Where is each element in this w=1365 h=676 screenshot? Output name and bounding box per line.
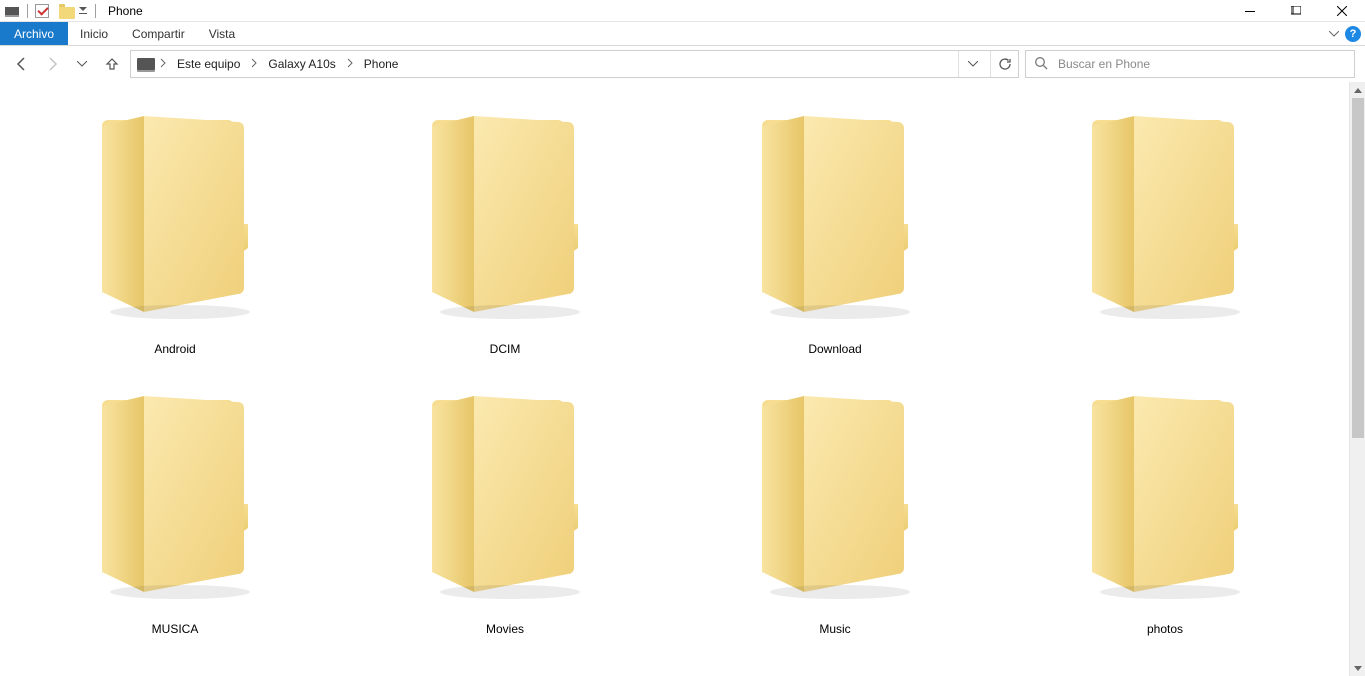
tab-vista[interactable]: Vista: [197, 22, 247, 45]
folder-item[interactable]: MUSICA: [10, 392, 340, 672]
folder-item[interactable]: Download: [670, 112, 1000, 392]
folder-item[interactable]: Android: [10, 112, 340, 392]
forward-button[interactable]: [40, 50, 64, 78]
folder-icon: [750, 112, 920, 322]
up-button[interactable]: [100, 50, 124, 78]
tab-file[interactable]: Archivo: [0, 22, 68, 45]
folder-icon: [90, 392, 260, 602]
scroll-track[interactable]: [1350, 98, 1365, 660]
properties-icon[interactable]: [35, 4, 49, 18]
recent-locations-dropdown[interactable]: [70, 50, 94, 78]
tab-inicio[interactable]: Inicio: [68, 22, 120, 45]
scroll-down-icon[interactable]: [1350, 660, 1365, 676]
qat-separator: [27, 4, 28, 18]
vertical-scrollbar[interactable]: [1349, 82, 1365, 676]
tab-compartir[interactable]: Compartir: [120, 22, 197, 45]
folder-icon: [750, 392, 920, 602]
address-dropdown-button[interactable]: [958, 51, 986, 77]
chevron-right-icon[interactable]: [250, 58, 258, 71]
help-button[interactable]: ?: [1345, 26, 1361, 42]
folder-item[interactable]: Movies: [340, 392, 670, 672]
ribbon-collapse-icon[interactable]: [1329, 29, 1339, 40]
chevron-right-icon[interactable]: [159, 58, 167, 71]
folder-label: MUSICA: [152, 622, 199, 636]
folder-icon: [1080, 112, 1250, 322]
device-icon: [137, 58, 155, 70]
folder-grid[interactable]: Android DCIM Download MUSICA Movies Musi…: [0, 82, 1349, 676]
window-controls: [1227, 0, 1365, 22]
device-icon[interactable]: [4, 3, 20, 19]
chevron-right-icon[interactable]: [346, 58, 354, 71]
qat-dropdown-icon[interactable]: [78, 3, 88, 19]
folder-label: DCIM: [490, 342, 521, 356]
back-button[interactable]: [10, 50, 34, 78]
folder-item[interactable]: [1000, 112, 1330, 392]
maximize-button[interactable]: [1273, 0, 1319, 22]
folder-icon: [420, 392, 590, 602]
breadcrumb[interactable]: Galaxy A10s: [262, 57, 341, 71]
folder-icon[interactable]: [59, 7, 75, 19]
folder-label: Music: [819, 622, 850, 636]
minimize-button[interactable]: [1227, 0, 1273, 22]
scroll-up-icon[interactable]: [1350, 82, 1365, 98]
address-bar[interactable]: Este equipo Galaxy A10s Phone: [130, 50, 1019, 78]
folder-item[interactable]: photos: [1000, 392, 1330, 672]
ribbon: Archivo Inicio Compartir Vista ?: [0, 22, 1365, 46]
close-button[interactable]: [1319, 0, 1365, 22]
folder-item[interactable]: Music: [670, 392, 1000, 672]
quick-access-toolbar: [4, 3, 100, 19]
folder-label: Movies: [486, 622, 524, 636]
breadcrumb[interactable]: Phone: [358, 57, 405, 71]
window-title: Phone: [108, 4, 143, 18]
search-box[interactable]: [1025, 50, 1355, 78]
folder-icon: [420, 112, 590, 322]
titlebar: Phone: [0, 0, 1365, 22]
content-wrap: Android DCIM Download MUSICA Movies Musi…: [0, 82, 1365, 676]
folder-label: photos: [1147, 622, 1183, 636]
search-input[interactable]: [1056, 56, 1354, 72]
scroll-thumb[interactable]: [1352, 98, 1364, 438]
folder-icon: [1080, 392, 1250, 602]
refresh-button[interactable]: [990, 51, 1018, 77]
navigation-row: Este equipo Galaxy A10s Phone: [0, 46, 1365, 82]
folder-item[interactable]: DCIM: [340, 112, 670, 392]
search-icon: [1034, 56, 1048, 73]
breadcrumb[interactable]: Este equipo: [171, 57, 246, 71]
folder-icon: [90, 112, 260, 322]
folder-label: Download: [808, 342, 861, 356]
folder-label: Android: [154, 342, 195, 356]
qat-separator: [95, 4, 96, 18]
